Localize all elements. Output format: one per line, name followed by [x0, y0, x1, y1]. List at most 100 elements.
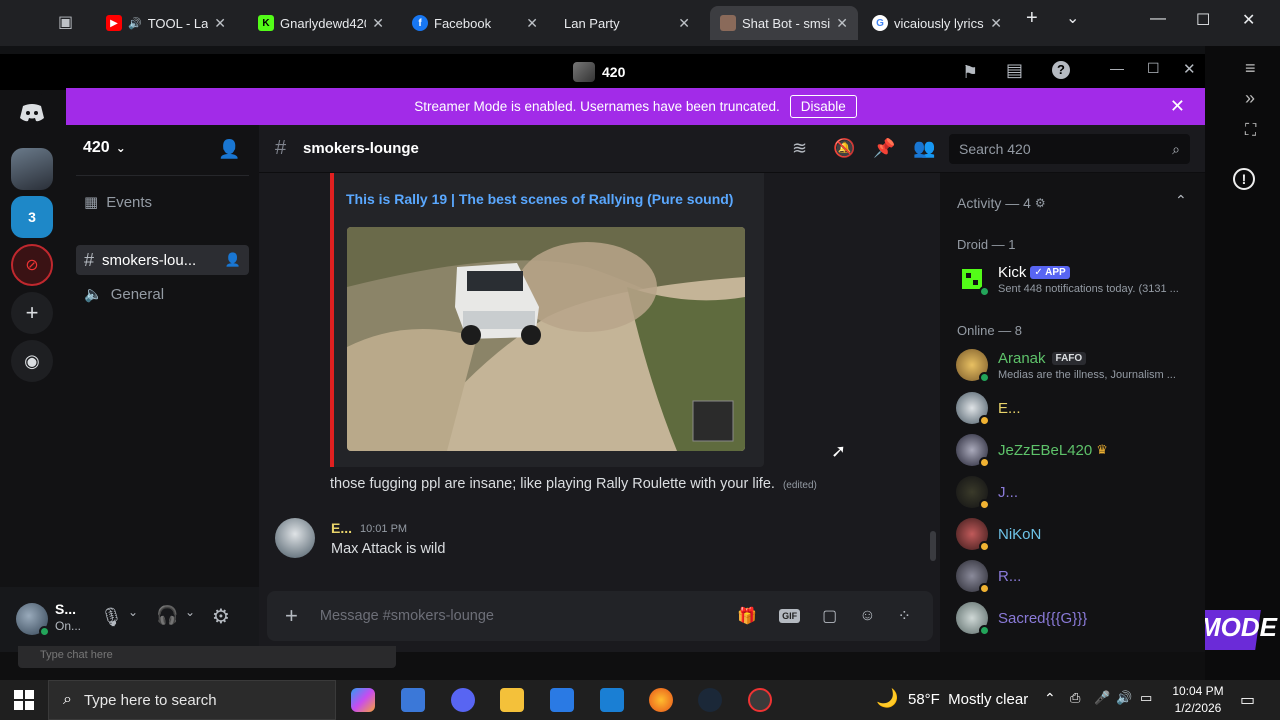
close-tab-icon[interactable]: ✕ [214, 15, 226, 32]
notification-center-icon[interactable]: ▭ [1240, 690, 1255, 710]
server-name-header[interactable]: 420 ⌄ [83, 139, 126, 157]
emoji-icon[interactable]: ☺ [859, 607, 875, 625]
message-input[interactable]: Message #smokers-lounge [320, 608, 494, 624]
disable-streamer-mode-button[interactable]: Disable [789, 95, 857, 118]
close-tab-icon[interactable]: ✕ [836, 15, 848, 32]
firefox-icon[interactable] [649, 688, 673, 712]
speaker-icon[interactable]: 🔊 [128, 17, 142, 30]
close-tab-icon[interactable]: ✕ [990, 15, 1002, 32]
new-tab-button[interactable]: + [1026, 7, 1038, 30]
user-name[interactable]: S... [55, 601, 76, 617]
store-icon[interactable] [550, 688, 574, 712]
info-icon[interactable]: ! [1233, 168, 1255, 190]
clock-time[interactable]: 10:04 PM [1170, 684, 1226, 698]
create-invite-icon[interactable]: 👤 [225, 252, 241, 268]
fullscreen-icon[interactable]: ⛶ [1245, 122, 1256, 140]
search-box[interactable]: Search 420 ⌕ [949, 134, 1190, 164]
weather-text[interactable]: 58°F Mostly clear [908, 691, 1028, 708]
embed-title-link[interactable]: This is Rally 19 | The best scenes of Ra… [346, 191, 733, 207]
app-icon[interactable] [401, 688, 425, 712]
channel-general-voice[interactable]: 🔈 General [76, 279, 249, 309]
close-tab-icon[interactable]: ✕ [372, 15, 384, 32]
member-sacred[interactable]: Sacred{{{G}}} [956, 598, 1087, 638]
discord-minimize-icon[interactable]: — [1110, 60, 1124, 76]
headphones-icon[interactable]: 🎧 [156, 605, 178, 626]
attach-plus-icon[interactable]: + [285, 603, 298, 629]
show-hidden-icons-chevron[interactable]: ⌃ [1044, 690, 1056, 707]
user-avatar[interactable] [16, 603, 50, 637]
server-icon-red[interactable]: ⊘ [11, 244, 53, 286]
embed-video-thumbnail[interactable] [347, 227, 745, 451]
browser-tab-4[interactable]: Lan Party ✕ [554, 6, 700, 40]
message-author-avatar[interactable] [275, 518, 315, 558]
microphone-icon[interactable]: 🎙 [100, 607, 123, 628]
discord-maximize-icon[interactable]: ☐ [1147, 60, 1160, 77]
windows-start-icon[interactable] [14, 690, 34, 715]
clock-date[interactable]: 1/2/2026 [1170, 701, 1226, 715]
discord-home-icon[interactable] [11, 92, 53, 134]
channel-smokers-lounge[interactable]: # smokers-lou... 👤 [76, 245, 249, 275]
taskbar-search-box[interactable]: ⌕ Type here to search [48, 680, 336, 720]
member-aranak[interactable]: Aranak FAFO Medias are the illness, Jour… [956, 345, 1186, 385]
stream-chat-input[interactable]: Type chat here [18, 646, 396, 668]
menu-icon[interactable]: ≡ [1245, 58, 1256, 79]
member-jezzebel420[interactable]: JeZzEBeL420 ♛ [956, 430, 1108, 470]
gift-icon[interactable]: 🎁 [737, 606, 757, 626]
invite-people-icon[interactable]: 👤 [218, 139, 240, 160]
notifications-muted-icon[interactable]: 🔕 [833, 138, 855, 159]
discord-close-icon[interactable]: ✕ [1183, 60, 1196, 78]
copilot-icon[interactable] [351, 688, 375, 712]
maximize-icon[interactable]: ☐ [1196, 10, 1210, 30]
inbox-icon[interactable]: ▤ [1006, 60, 1023, 81]
app-icon-red[interactable] [748, 688, 772, 712]
apps-icon[interactable]: ⁘ [898, 606, 911, 626]
explore-icon[interactable]: ◉ [11, 340, 53, 382]
mail-icon[interactable] [600, 688, 624, 712]
member-kick[interactable]: Kick ✓ APP Sent 448 notifications today.… [956, 259, 1186, 299]
microphone-tray-icon[interactable]: 🎤 [1094, 690, 1110, 706]
member-nikon[interactable]: NiKoN [956, 514, 1041, 554]
member-e[interactable]: E... [956, 388, 1021, 428]
flag-icon[interactable]: ⚑ [962, 62, 978, 83]
add-server-icon[interactable]: + [11, 292, 53, 334]
browser-tab-1[interactable]: ▶ 🔊 TOOL - Latera ✕ [96, 6, 236, 40]
events-item[interactable]: ▦ Events [76, 187, 249, 217]
gear-icon[interactable]: ⚙ [1035, 196, 1046, 210]
collapse-chevron-up-icon[interactable]: ⌃ [1175, 192, 1187, 209]
volume-icon[interactable]: 🔊 [1116, 690, 1132, 706]
message-composer[interactable]: + Message #smokers-lounge 🎁 GIF ▢ ☺ ⁘ [267, 591, 933, 641]
gif-icon[interactable]: GIF [779, 609, 801, 623]
file-explorer-icon[interactable] [500, 688, 524, 712]
pin-icon[interactable]: 📌 [873, 138, 895, 159]
member-j[interactable]: J... [956, 472, 1018, 512]
help-icon[interactable]: ? [1052, 61, 1070, 79]
chevrons-right-icon[interactable]: » [1245, 88, 1255, 109]
browser-tab-6[interactable]: G vicaiously lyrics - G ✕ [862, 6, 1012, 40]
activity-header[interactable]: Activity — 4 ⚙ [957, 195, 1046, 211]
tab-actions-icon[interactable]: ▣ [58, 12, 73, 32]
minimize-icon[interactable]: — [1150, 10, 1166, 28]
member-list-icon[interactable]: 👥 [913, 138, 935, 159]
browser-tab-2[interactable]: K Gnarlydewd420 St ✕ [248, 6, 394, 40]
discord-taskbar-icon[interactable] [451, 688, 475, 712]
mic-options-chevron-icon[interactable]: ⌄ [128, 605, 138, 619]
message-author[interactable]: E... [331, 520, 352, 536]
tab-search-button[interactable]: ⌄ [1066, 8, 1079, 28]
server-icon-420[interactable] [11, 148, 53, 190]
audio-options-chevron-icon[interactable]: ⌄ [185, 605, 195, 619]
close-banner-icon[interactable]: ✕ [1170, 96, 1185, 117]
browser-tab-3[interactable]: f Facebook ✕ [402, 6, 548, 40]
browser-tab-5-active[interactable]: Shat Bot - smsithi ✕ [710, 6, 858, 40]
scrollbar-thumb[interactable] [930, 531, 936, 561]
member-r[interactable]: R... [956, 556, 1021, 596]
threads-icon[interactable]: ≋ [792, 138, 807, 159]
server-icon-3dsmax[interactable]: 3 [11, 196, 53, 238]
steam-icon[interactable] [698, 688, 722, 712]
close-window-icon[interactable]: ✕ [1242, 10, 1255, 30]
network-icon[interactable]: ⎙ [1070, 690, 1080, 706]
close-tab-icon[interactable]: ✕ [526, 15, 538, 32]
sticker-icon[interactable]: ▢ [822, 606, 837, 626]
display-icon[interactable]: ▭ [1140, 690, 1152, 706]
settings-gear-icon[interactable]: ⚙ [212, 604, 230, 629]
close-tab-icon[interactable]: ✕ [678, 15, 690, 32]
